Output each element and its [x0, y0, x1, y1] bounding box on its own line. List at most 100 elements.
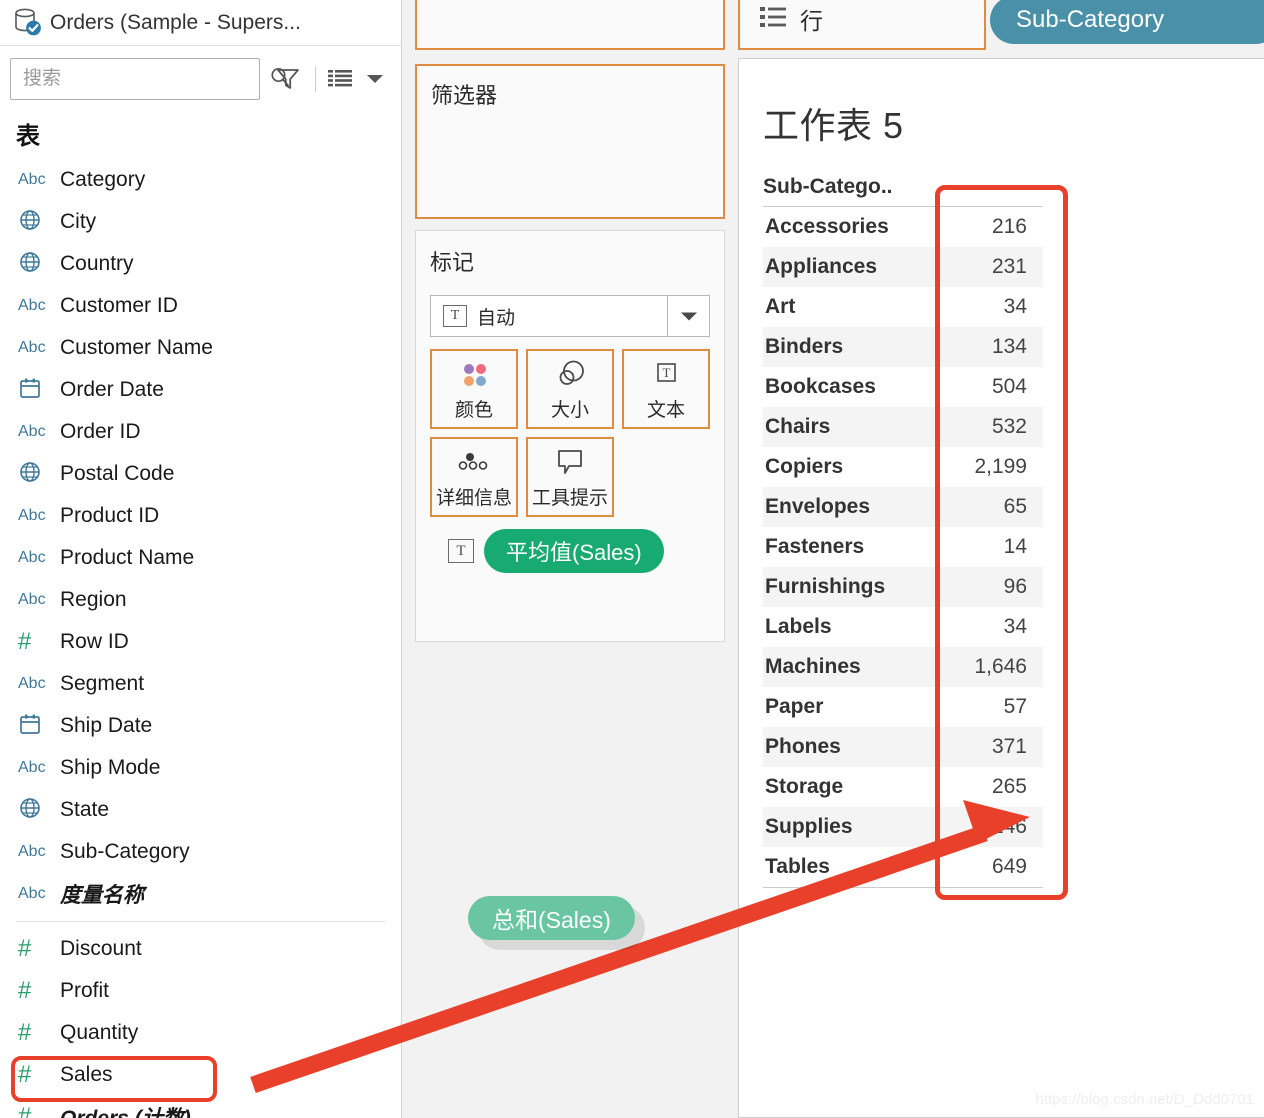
- table-cell-category: Phones: [765, 735, 841, 758]
- field-row-ship-mode[interactable]: Abc Ship Mode: [0, 747, 401, 789]
- field-row-customer-id[interactable]: Abc Customer ID: [0, 285, 401, 327]
- table-row[interactable]: Fasteners 14: [763, 527, 1043, 567]
- table-cell-category: Paper: [765, 695, 824, 718]
- field-label: Discount: [60, 937, 142, 960]
- table-cell-value: 371: [991, 735, 1027, 758]
- table-row[interactable]: Paper 57: [763, 687, 1043, 727]
- field-row-sub-category[interactable]: Abc Sub-Category: [0, 831, 401, 873]
- table-row[interactable]: Chairs 532: [763, 407, 1043, 447]
- mark-type-chevron-down-icon[interactable]: [667, 296, 709, 336]
- field-label: State: [60, 798, 110, 821]
- field-label: Category: [60, 168, 146, 191]
- marks-pill-text-T-icon: T: [448, 539, 474, 563]
- search-box[interactable]: [10, 58, 289, 100]
- field-type-icon: Abc: [18, 675, 60, 693]
- measure-row-quantity[interactable]: # Quantity: [0, 1012, 401, 1054]
- field-row-postal-code[interactable]: Postal Code: [0, 453, 401, 495]
- field-row-category[interactable]: Abc Category: [0, 159, 401, 201]
- list-view-icon[interactable]: [324, 58, 355, 100]
- field-row-region[interactable]: Abc Region: [0, 579, 401, 621]
- field-row-ship-date[interactable]: Ship Date: [0, 705, 401, 747]
- table-cell-value: 216: [991, 215, 1027, 238]
- table-row[interactable]: Machines 1,646: [763, 647, 1043, 687]
- measure-row-sales[interactable]: # Sales: [0, 1054, 401, 1096]
- rows-shelf-label-wrap: 行: [760, 2, 823, 36]
- detail-dots-icon: [456, 445, 492, 479]
- marks-text-button[interactable]: T 文本: [622, 349, 710, 429]
- field-label: Quantity: [60, 1021, 139, 1044]
- table-cell-category: Art: [765, 295, 796, 318]
- field-type-icon: Abc: [18, 591, 60, 609]
- field-type-icon: Abc: [18, 843, 60, 861]
- field-row-order-id[interactable]: Abc Order ID: [0, 411, 401, 453]
- table-row[interactable]: Appliances 231: [763, 247, 1043, 287]
- marks-pill-avg-sales[interactable]: 平均值(Sales): [484, 529, 664, 573]
- number-hash-icon: #: [18, 977, 32, 1004]
- field-row-segment[interactable]: Abc Segment: [0, 663, 401, 705]
- field-row-city[interactable]: City: [0, 201, 401, 243]
- abc-type-icon: Abc: [18, 423, 46, 440]
- field-label: Customer Name: [60, 336, 213, 359]
- field-row-country[interactable]: Country: [0, 243, 401, 285]
- datasource-name: Orders (Sample - Supers...: [50, 10, 301, 34]
- marks-tooltip-button[interactable]: 工具提示: [526, 437, 614, 517]
- table-row[interactable]: Labels 34: [763, 607, 1043, 647]
- funnel-icon[interactable]: [268, 58, 307, 100]
- search-input[interactable]: [23, 68, 268, 90]
- field-type-icon: [18, 208, 60, 237]
- chevron-down-icon[interactable]: [362, 58, 389, 100]
- abc-type-icon: Abc: [18, 171, 46, 188]
- field-row-state[interactable]: State: [0, 789, 401, 831]
- table-row[interactable]: Supplies 246: [763, 807, 1043, 847]
- table-row[interactable]: Binders 134: [763, 327, 1043, 367]
- watermark-text: https://blog.csdn.net/D_Ddd0701: [1035, 1091, 1254, 1108]
- field-type-icon: Abc: [18, 297, 60, 315]
- field-row-row-id[interactable]: # Row ID: [0, 621, 401, 663]
- table-row[interactable]: Tables 649: [763, 847, 1043, 887]
- table-row[interactable]: Copiers 2,199: [763, 447, 1043, 487]
- table-row[interactable]: Phones 371: [763, 727, 1043, 767]
- table-row[interactable]: Furnishings 96: [763, 567, 1043, 607]
- abc-type-icon: Abc: [18, 675, 46, 692]
- field-type-icon: [18, 376, 60, 405]
- field-label: Country: [60, 252, 134, 275]
- field-row-product-name[interactable]: Abc Product Name: [0, 537, 401, 579]
- field-label: Segment: [60, 672, 145, 695]
- field-type-icon: Abc: [18, 759, 60, 777]
- measures-list: # Discount # Profit # Quantity # Sales # Orders (…: [0, 928, 401, 1118]
- rows-shelf[interactable]: 行: [738, 0, 986, 50]
- rows-pill-sub-category[interactable]: Sub-Category: [990, 0, 1264, 44]
- measure-row-discount[interactable]: # Discount: [0, 928, 401, 970]
- table-row[interactable]: Bookcases 504: [763, 367, 1043, 407]
- table-cell-value: 14: [1003, 535, 1027, 558]
- geo-globe-icon: [18, 208, 42, 237]
- field-row-order-date[interactable]: Order Date: [0, 369, 401, 411]
- mark-type-selector[interactable]: T 自动: [430, 295, 710, 337]
- number-hash-icon: #: [18, 935, 32, 962]
- table-row[interactable]: Art 34: [763, 287, 1043, 327]
- field-row-product-id[interactable]: Abc Product ID: [0, 495, 401, 537]
- table-cell-category: Storage: [765, 775, 844, 798]
- geo-globe-icon: [18, 796, 42, 825]
- measure-row-profit[interactable]: # Profit: [0, 970, 401, 1012]
- table-cell-category: Appliances: [765, 255, 878, 278]
- field-row-[interactable]: Abc 度量名称: [0, 873, 401, 915]
- marks-color-button[interactable]: 颜色: [430, 349, 518, 429]
- field-row-customer-name[interactable]: Abc Customer Name: [0, 327, 401, 369]
- table-cell-value: 96: [1003, 575, 1027, 598]
- field-label: Row ID: [60, 630, 129, 653]
- field-type-icon: #: [18, 630, 60, 654]
- table-cell-category: Bookcases: [765, 375, 876, 398]
- table-cell-category: Supplies: [765, 815, 853, 838]
- table-row[interactable]: Envelopes 65: [763, 487, 1043, 527]
- dragging-pill-sum-sales[interactable]: 总和(Sales): [468, 896, 635, 940]
- datasource-header[interactable]: Orders (Sample - Supers...: [0, 0, 401, 46]
- table-row[interactable]: Accessories 216: [763, 207, 1043, 247]
- table-row[interactable]: Storage 265: [763, 767, 1043, 807]
- measure-row-orders[interactable]: # Orders (计数): [0, 1096, 401, 1118]
- marks-detail-button[interactable]: 详细信息: [430, 437, 518, 517]
- pages-shelf[interactable]: [415, 0, 725, 50]
- filters-shelf[interactable]: 筛选器: [415, 64, 725, 219]
- marks-size-button[interactable]: 大小: [526, 349, 614, 429]
- table-cell-value: 1,646: [974, 655, 1027, 678]
